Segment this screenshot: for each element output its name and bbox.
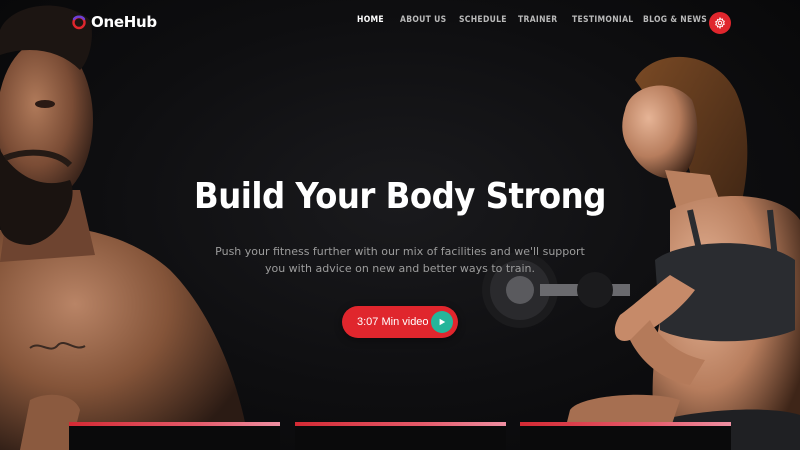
card-accent-bar xyxy=(69,422,280,426)
nav-item-testimonial[interactable]: TESTIMONIAL xyxy=(572,15,633,25)
feature-card-2[interactable] xyxy=(295,422,506,450)
play-icon xyxy=(431,311,453,333)
nav-item-trainer[interactable]: TRAINER xyxy=(518,15,557,25)
hero-subtitle: Push your fitness further with our mix o… xyxy=(0,243,800,277)
hero-title: Build Your Body Strong xyxy=(194,176,606,217)
card-accent-bar xyxy=(520,422,731,426)
feature-card-3[interactable] xyxy=(520,422,731,450)
video-button-label: 3:07 Min video xyxy=(357,316,429,328)
nav-item-home[interactable]: HOME xyxy=(357,15,384,25)
main-nav: HOME ABOUT US SCHEDULE TRAINER TESTIMONI… xyxy=(0,15,800,29)
settings-button[interactable] xyxy=(709,12,731,34)
nav-item-schedule[interactable]: SCHEDULE xyxy=(459,15,507,25)
play-video-button[interactable]: 3:07 Min video xyxy=(342,306,458,338)
gear-icon xyxy=(715,17,725,29)
woman-athlete-image xyxy=(482,56,800,450)
site-header: OneHub HOME ABOUT US SCHEDULE TRAINER TE… xyxy=(0,0,800,44)
card-accent-bar xyxy=(295,422,506,426)
man-athlete-image xyxy=(0,5,250,450)
nav-item-about-us[interactable]: ABOUT US xyxy=(400,15,446,25)
nav-item-blog-news[interactable]: BLOG & NEWS xyxy=(643,15,707,25)
hero-subtitle-line-1: Push your fitness further with our mix o… xyxy=(215,245,585,258)
feature-card-1[interactable] xyxy=(69,422,280,450)
hero-subtitle-line-2: you with advice on new and better ways t… xyxy=(264,262,536,275)
hero-page: OneHub HOME ABOUT US SCHEDULE TRAINER TE… xyxy=(0,0,800,450)
